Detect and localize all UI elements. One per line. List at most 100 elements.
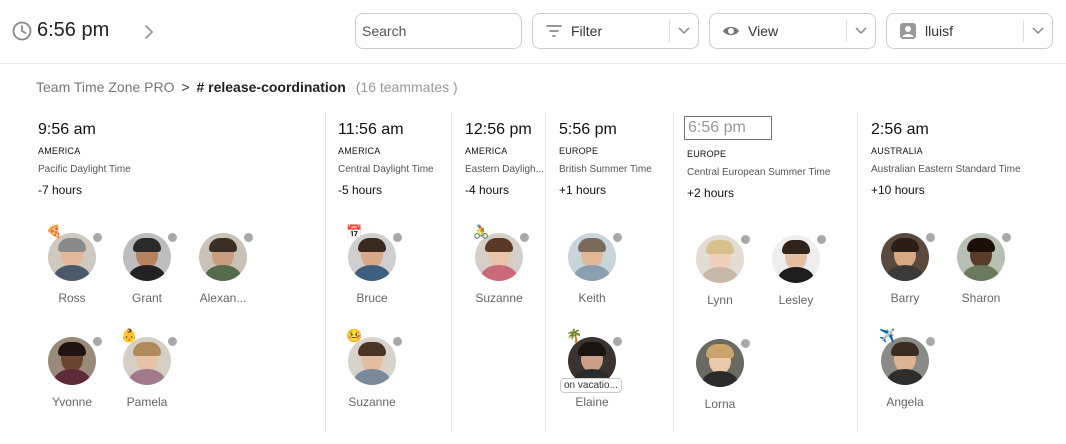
teammate-card[interactable]: 👶 Pamela bbox=[109, 329, 185, 417]
zone-offset: -7 hours bbox=[38, 183, 83, 197]
zone-region: EUROPE bbox=[559, 146, 599, 156]
user-dropdown[interactable]: lluisf bbox=[886, 13, 1053, 49]
teammate-card[interactable]: 🌴 on vacatio... Elaine bbox=[554, 329, 630, 417]
teammate-card[interactable]: Barry bbox=[867, 232, 943, 313]
filter-dropdown[interactable]: Filter bbox=[532, 13, 699, 49]
view-label: View bbox=[748, 23, 779, 39]
teammate-card[interactable]: 📅 Bruce bbox=[334, 225, 410, 313]
zone-offset: +2 hours bbox=[687, 186, 735, 200]
zone-offset: +1 hours bbox=[559, 183, 607, 197]
chevron-down-icon[interactable] bbox=[1024, 27, 1052, 35]
zone-name: Eastern Dayligh... bbox=[465, 164, 544, 175]
status-dot bbox=[740, 338, 751, 349]
chevron-down-icon[interactable] bbox=[847, 27, 875, 35]
teammate-name: Sharon bbox=[961, 291, 1001, 305]
filter-label: Filter bbox=[571, 23, 603, 39]
status-dot bbox=[925, 336, 936, 347]
avatar[interactable] bbox=[696, 235, 744, 283]
teammate-card[interactable]: Grant bbox=[109, 232, 185, 313]
avatar[interactable] bbox=[696, 339, 744, 387]
teammate-card[interactable]: Lynn bbox=[682, 234, 758, 315]
avatar[interactable] bbox=[881, 233, 929, 281]
breadcrumb: Team Time Zone PRO > # release-coordinat… bbox=[36, 79, 458, 95]
zone-offset: +10 hours bbox=[871, 183, 925, 197]
zone-name: Australian Eastern Standard Time bbox=[871, 164, 1021, 175]
teammate-card[interactable]: Alexan... bbox=[185, 232, 261, 313]
teammate-card[interactable]: Lesley bbox=[758, 234, 834, 315]
avatar[interactable] bbox=[48, 233, 96, 281]
status-dot bbox=[392, 336, 403, 347]
status-emoji: 🚴 bbox=[473, 224, 490, 239]
search-input[interactable] bbox=[362, 23, 512, 39]
view-dropdown[interactable]: View bbox=[709, 13, 876, 49]
teammate-card[interactable]: 🤒 Suzanne bbox=[334, 329, 410, 417]
avatar[interactable] bbox=[568, 233, 616, 281]
timezone-column: 5:56 pm EUROPE British Summer Time +1 ho… bbox=[545, 112, 672, 432]
eye-icon bbox=[723, 26, 739, 36]
avatar[interactable] bbox=[199, 233, 247, 281]
status-dot bbox=[1001, 232, 1012, 243]
teammate-name: Grant bbox=[131, 291, 162, 305]
timezone-column: 12:56 pm AMERICA Eastern Dayligh... -4 h… bbox=[451, 112, 545, 432]
zone-time: 9:56 am bbox=[38, 121, 96, 138]
clock-icon bbox=[12, 21, 32, 40]
zone-name: Pacific Daylight Time bbox=[38, 164, 131, 175]
avatar[interactable] bbox=[772, 235, 820, 283]
zone-time: 12:56 pm bbox=[465, 121, 532, 138]
teammate-name: Lorna bbox=[704, 397, 736, 411]
timezone-column: 6:56 pm EUROPE Central European Summer T… bbox=[673, 112, 857, 432]
avatar[interactable] bbox=[123, 337, 171, 385]
teammate-name: Lynn bbox=[707, 293, 733, 307]
teammate-card[interactable]: 🚴 Suzanne bbox=[461, 225, 537, 313]
status-dot bbox=[92, 336, 103, 347]
timezone-column: 2:56 am AUSTRALIA Australian Eastern Sta… bbox=[857, 112, 1062, 432]
status-emoji: 🌴 bbox=[566, 328, 583, 343]
teammate-card[interactable]: Yvonne bbox=[34, 336, 110, 417]
filter-icon bbox=[546, 25, 562, 37]
teammate-card[interactable]: 🍕 Ross bbox=[34, 225, 110, 313]
zone-time: 5:56 pm bbox=[559, 121, 617, 138]
status-dot bbox=[167, 336, 178, 347]
zone-time: 11:56 am bbox=[338, 121, 404, 138]
zone-region: AMERICA bbox=[38, 146, 81, 156]
teammate-card[interactable]: Keith bbox=[554, 232, 630, 313]
status-dot bbox=[92, 232, 103, 243]
status-dot bbox=[519, 232, 530, 243]
chevron-down-icon[interactable] bbox=[670, 27, 698, 35]
teammate-name: Elaine bbox=[575, 395, 609, 409]
avatar[interactable] bbox=[123, 233, 171, 281]
teammate-name: Barry bbox=[890, 291, 920, 305]
avatar[interactable] bbox=[348, 233, 396, 281]
teammate-card[interactable]: Sharon bbox=[943, 232, 1019, 313]
zone-name: Central European Summer Time bbox=[687, 167, 831, 178]
breadcrumb-app[interactable]: Team Time Zone PRO bbox=[36, 79, 175, 95]
zone-region: AMERICA bbox=[338, 146, 381, 156]
status-dot bbox=[167, 232, 178, 243]
timezone-column: 9:56 am AMERICA Pacific Daylight Time -7… bbox=[38, 112, 325, 432]
avatar[interactable] bbox=[475, 233, 523, 281]
teammate-name: Suzanne bbox=[475, 291, 523, 305]
vacation-badge: on vacatio... bbox=[560, 378, 622, 393]
chevron-right-icon[interactable] bbox=[141, 22, 157, 42]
avatar[interactable] bbox=[348, 337, 396, 385]
user-label: lluisf bbox=[925, 23, 954, 39]
current-time-text: 6:56 pm bbox=[37, 19, 110, 41]
teammate-name: Bruce bbox=[356, 291, 388, 305]
teammate-name: Pamela bbox=[126, 395, 168, 409]
teammate-name: Keith bbox=[578, 291, 606, 305]
breadcrumb-separator: > bbox=[181, 79, 190, 95]
search-box[interactable] bbox=[355, 13, 522, 49]
teammate-name: Lesley bbox=[778, 293, 814, 307]
teammate-name: Angela bbox=[886, 395, 924, 409]
timezone-column: 11:56 am AMERICA Central Daylight Time -… bbox=[325, 112, 451, 432]
status-dot bbox=[612, 232, 623, 243]
avatar[interactable] bbox=[881, 337, 929, 385]
breadcrumb-channel: # release-coordination bbox=[196, 79, 346, 95]
teammate-card[interactable]: ✈️ Angela bbox=[867, 329, 943, 417]
teammate-card[interactable]: Lorna bbox=[682, 338, 758, 419]
status-emoji: 🤒 bbox=[346, 328, 363, 343]
avatar[interactable] bbox=[957, 233, 1005, 281]
teammate-name: Alexan... bbox=[199, 291, 247, 305]
avatar[interactable] bbox=[48, 337, 96, 385]
top-bar: 6:56 pm Filter View lluisf bbox=[0, 0, 1066, 64]
